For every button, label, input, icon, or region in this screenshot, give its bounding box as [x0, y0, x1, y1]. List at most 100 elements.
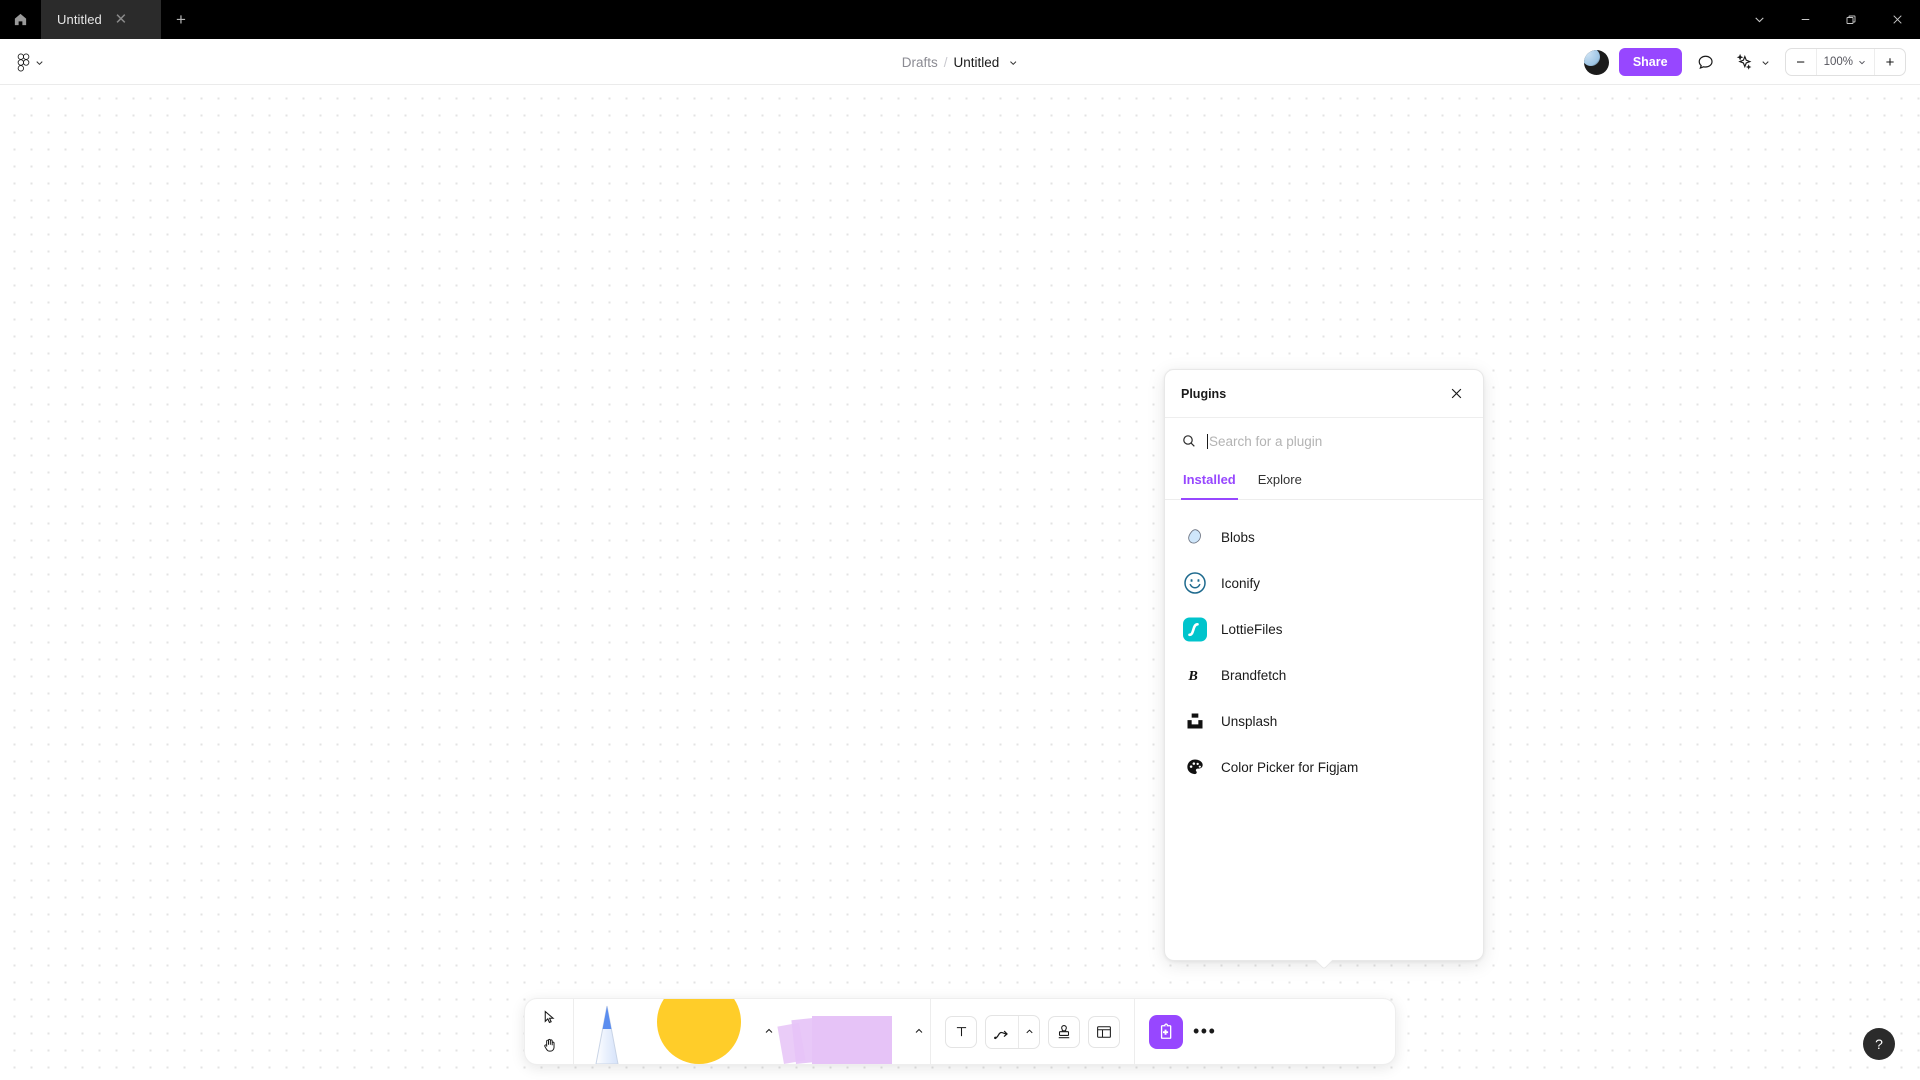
comment-button[interactable]	[1692, 48, 1720, 76]
titlebar-menu-button[interactable]	[1736, 0, 1782, 39]
zoom-out-button[interactable]: −	[1786, 49, 1816, 75]
chevron-up-icon	[915, 1028, 923, 1033]
brandfetch-b-icon: B	[1183, 663, 1207, 687]
sparkle-icon	[1736, 53, 1751, 70]
list-item[interactable]: Unsplash	[1165, 698, 1483, 744]
chevron-down-icon	[1859, 60, 1865, 65]
plugins-panel-tabs: Installed Explore	[1165, 464, 1483, 500]
plugin-name: Iconify	[1221, 575, 1261, 591]
text-T-icon	[956, 1027, 966, 1037]
page-title[interactable]: Untitled	[954, 55, 1000, 70]
minimize-icon	[1801, 19, 1809, 20]
connector-tool-chevron[interactable]	[1019, 1016, 1039, 1048]
pen-icon	[595, 1005, 619, 1064]
chevron-down-icon	[36, 60, 43, 65]
cursor-tool-group	[525, 999, 573, 1064]
help-button[interactable]: ?	[1863, 1028, 1895, 1060]
hand-icon	[543, 1038, 555, 1052]
home-icon	[14, 13, 27, 26]
shape-tool-chevron[interactable]	[758, 999, 780, 1064]
ai-sparkle-button[interactable]	[1730, 48, 1758, 76]
section-icon	[1097, 1025, 1111, 1038]
window-titlebar: Untitled ✕ +	[0, 0, 1920, 39]
ai-button[interactable]	[1730, 48, 1771, 76]
connector-tool[interactable]	[986, 1016, 1018, 1048]
figma-logo-icon	[17, 53, 30, 71]
plugin-search-row[interactable]: Search for a plugin	[1165, 418, 1483, 464]
svg-text:B: B	[1187, 668, 1197, 684]
shape-circle-preview	[657, 999, 741, 1064]
share-button[interactable]: Share	[1618, 48, 1682, 76]
insert-tools-group	[931, 999, 1134, 1064]
zoom-level-value: 100%	[1823, 56, 1853, 68]
list-item[interactable]: Color Picker for Figjam	[1165, 744, 1483, 790]
sticky-tool-chevron[interactable]	[908, 999, 930, 1064]
section-tool[interactable]	[1088, 1015, 1120, 1048]
browser-tab-untitled[interactable]: Untitled ✕	[41, 0, 161, 39]
palette-icon	[1183, 755, 1207, 779]
list-item[interactable]: B Brandfetch	[1165, 652, 1483, 698]
puzzle-icon	[1160, 1022, 1172, 1039]
app-toolbar: Drafts / Untitled Share − 100% +	[0, 39, 1920, 85]
toolbar-right-group: Share − 100% +	[1583, 39, 1906, 85]
restore-icon	[1846, 15, 1856, 24]
plugins-tool[interactable]	[1149, 1014, 1183, 1049]
plugin-name: Blobs	[1221, 529, 1255, 545]
pen-tool[interactable]	[574, 999, 640, 1064]
smiley-face-icon	[1183, 571, 1207, 595]
search-input[interactable]: Search for a plugin	[1207, 433, 1467, 449]
shape-tool[interactable]	[640, 999, 758, 1064]
cursor-arrow-icon	[544, 1010, 555, 1024]
plugins-panel-header: Plugins	[1165, 370, 1483, 418]
close-icon	[1892, 15, 1902, 24]
tab-explore[interactable]: Explore	[1256, 464, 1304, 500]
stamp-tool[interactable]	[1048, 1015, 1080, 1048]
text-tool[interactable]	[945, 1015, 977, 1048]
plugin-name: Brandfetch	[1221, 667, 1287, 683]
zoom-control: − 100% +	[1784, 48, 1906, 76]
tab-installed[interactable]: Installed	[1181, 464, 1238, 500]
search-icon	[1181, 433, 1197, 449]
plugin-name: Color Picker for Figjam	[1221, 759, 1359, 775]
plugins-list: Blobs Iconify LottieFiles B Brandfetch U…	[1165, 500, 1483, 960]
unsplash-icon	[1183, 709, 1207, 733]
home-button[interactable]	[0, 0, 41, 39]
list-item[interactable]: Blobs	[1165, 514, 1483, 560]
plugins-panel: Plugins Search for a plugin Installed Ex…	[1164, 369, 1484, 970]
main-menu-button[interactable]	[8, 39, 53, 85]
close-window-button[interactable]	[1874, 0, 1920, 39]
text-cursor	[1207, 433, 1208, 449]
list-item[interactable]: LottieFiles	[1165, 606, 1483, 652]
drawing-tools-group	[574, 999, 930, 1064]
maximize-button[interactable]	[1828, 0, 1874, 39]
plugin-name: Unsplash	[1221, 713, 1278, 729]
hand-tool[interactable]	[536, 1035, 562, 1057]
plugins-panel-title: Plugins	[1181, 386, 1227, 401]
blob-icon	[1183, 525, 1207, 549]
more-tools-button[interactable]: •••	[1193, 1022, 1216, 1040]
bottom-toolbar: •••	[524, 998, 1396, 1065]
avatar[interactable]	[1583, 49, 1609, 75]
search-placeholder: Search for a plugin	[1209, 433, 1323, 449]
close-panel-button[interactable]	[1445, 383, 1467, 405]
close-icon[interactable]: ✕	[112, 11, 130, 29]
breadcrumb: Drafts / Untitled	[902, 39, 1019, 85]
zoom-level-dropdown[interactable]: 100%	[1815, 49, 1875, 75]
new-tab-button[interactable]: +	[161, 0, 201, 39]
chevron-down-icon[interactable]	[1760, 57, 1771, 68]
sticky-note-tool[interactable]	[777, 999, 908, 1064]
chevron-down-icon[interactable]	[1007, 57, 1018, 68]
zoom-in-button[interactable]: +	[1875, 49, 1905, 75]
select-tool[interactable]	[536, 1007, 562, 1029]
list-item[interactable]: Iconify	[1165, 560, 1483, 606]
sticky-note-front	[812, 1016, 892, 1064]
comment-icon	[1698, 55, 1713, 70]
tab-label: Untitled	[57, 12, 102, 27]
stamp-icon	[1058, 1024, 1070, 1038]
breadcrumb-separator: /	[943, 54, 948, 70]
minimize-button[interactable]	[1782, 0, 1828, 39]
titlebar-spacer	[201, 0, 1736, 39]
breadcrumb-parent[interactable]: Drafts	[902, 55, 938, 70]
figjam-canvas[interactable]	[0, 85, 1920, 1080]
plugin-tools-group: •••	[1135, 999, 1232, 1064]
